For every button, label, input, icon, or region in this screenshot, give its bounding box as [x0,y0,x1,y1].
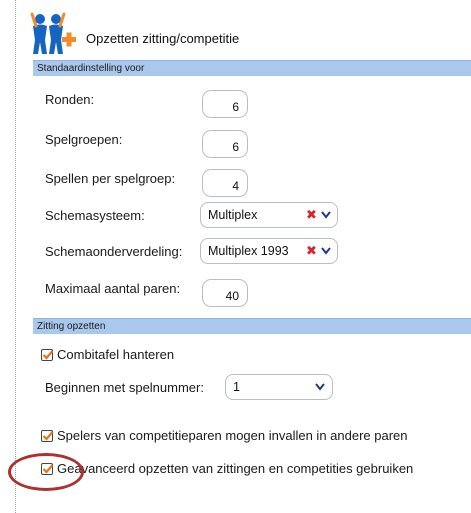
page-header: Opzetten zitting/competitie [30,10,460,54]
max-pairs-label: Maximaal aantal paren: [45,281,181,296]
rounds-label: Ronden: [45,92,95,107]
schema-system-select[interactable]: Multiplex ✖ [200,202,338,228]
clear-icon[interactable]: ✖ [306,203,317,227]
combitable-checkbox[interactable] [41,349,54,361]
schema-system-value: Multiplex [208,208,258,222]
schema-subdivision-label: Schemaonderverdeling: [45,244,183,259]
page-title: Opzetten zitting/competitie [86,31,240,46]
start-game-value: 1 [233,380,240,394]
combitable-label: Combitafel hanteren [57,347,175,362]
groups-label: Spelgroepen: [45,132,123,147]
players-substitute-label: Spelers van competitieparen mogen invall… [57,428,408,443]
players-plus-logo [30,12,76,54]
games-per-group-input[interactable]: 4 [202,169,248,197]
start-game-label: Beginnen met spelnummer: [45,380,204,395]
check-icon [42,350,54,360]
games-per-group-label: Spellen per spelgroep: [45,171,176,186]
advanced-setup-label: Geavanceerd opzetten van zittingen en co… [57,461,414,476]
chevron-down-icon[interactable] [320,203,332,235]
section-header-default: Standaardinstelling voor [33,60,471,76]
section-header-session: Zitting opzetten [33,318,471,334]
players-substitute-checkbox[interactable] [41,430,54,442]
groups-input[interactable]: 6 [202,130,248,158]
schema-subdivision-value: Multiplex 1993 [208,244,289,258]
schema-subdivision-select[interactable]: Multiplex 1993 ✖ [200,238,338,264]
left-dotted-border [15,0,16,513]
clear-icon[interactable]: ✖ [306,239,317,263]
check-icon [42,431,54,441]
chevron-down-icon[interactable] [320,239,332,271]
rounds-input[interactable]: 6 [202,90,248,118]
chevron-down-icon[interactable] [314,375,326,407]
highlight-circle-annotation [8,453,84,491]
start-game-select[interactable]: 1 [225,374,333,400]
max-pairs-input[interactable]: 40 [202,279,248,307]
schema-system-label: Schemasysteem: [45,208,145,223]
